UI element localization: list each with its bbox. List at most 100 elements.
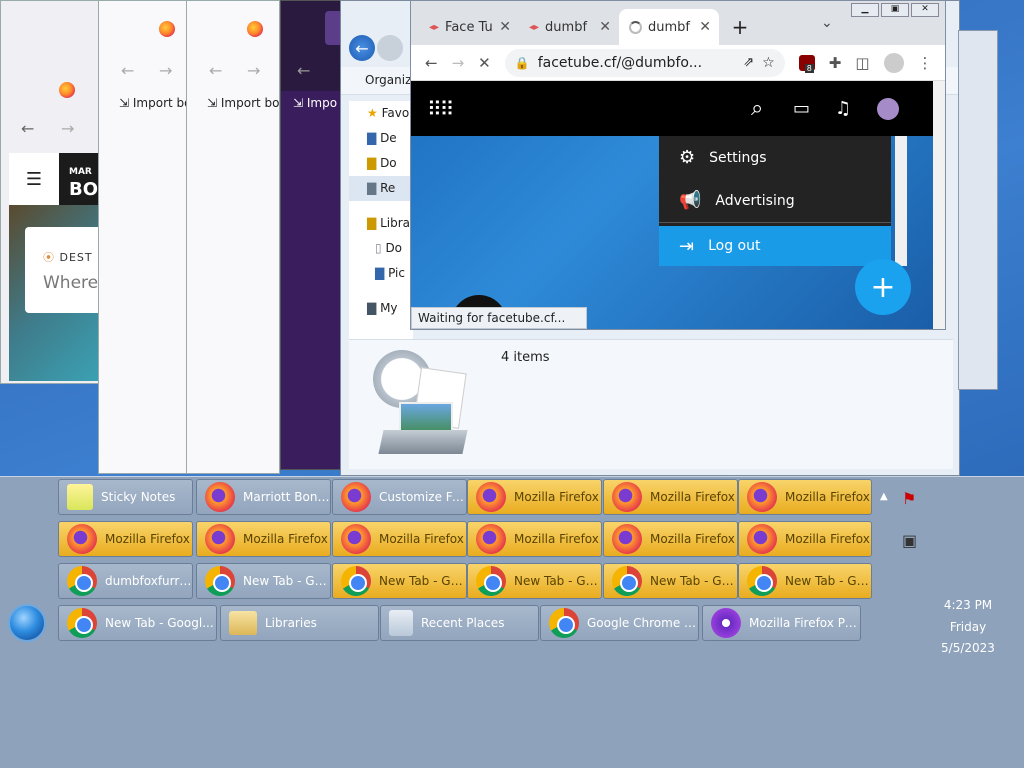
taskbar-button-firefox[interactable]: Mozilla Firefox bbox=[332, 521, 467, 557]
tab-dumbfox-active[interactable]: dumbf ✕ bbox=[619, 9, 719, 45]
taskbar-button-chrome-new-tab[interactable]: New Tab - Go... bbox=[603, 563, 738, 599]
taskbar-button-firefox[interactable]: Mozilla Firefox bbox=[603, 479, 738, 515]
side-panel-icon[interactable]: ◫ bbox=[855, 54, 869, 72]
start-button[interactable] bbox=[8, 604, 46, 642]
tab-label: Face Tu bbox=[445, 19, 493, 35]
firefox-window-2[interactable]: ← → ⇲ Import bo bbox=[98, 0, 192, 474]
firefox-icon bbox=[205, 482, 235, 512]
taskbar-button-marriott[interactable]: Marriott Bonv... bbox=[196, 479, 331, 515]
taskbar-button-libraries[interactable]: Libraries bbox=[220, 605, 379, 641]
taskbar-button-firefox[interactable]: Mozilla Firefox bbox=[603, 521, 738, 557]
back-arrow-icon[interactable]: ← bbox=[425, 54, 438, 72]
taskbar-button-customize-firefox[interactable]: Customize Fir... bbox=[332, 479, 467, 515]
taskbar-button-firefox[interactable]: Mozilla Firefox bbox=[738, 521, 872, 557]
close-window-button[interactable]: ✕ bbox=[911, 3, 939, 17]
user-avatar[interactable] bbox=[877, 97, 899, 120]
show-hidden-icons-arrow-icon[interactable]: ▲ bbox=[880, 491, 888, 502]
back-arrow-icon[interactable]: ← bbox=[209, 61, 222, 80]
tab-dumbfox[interactable]: ◂▸ dumbf ✕ bbox=[519, 9, 619, 45]
nav-desktop[interactable]: ▇ De bbox=[367, 126, 413, 151]
firefox-window-3[interactable]: ← → ⇲ Import bo bbox=[186, 0, 280, 474]
search-card[interactable]: ⦿ DEST Where bbox=[25, 227, 103, 313]
taskbar-button-firefox[interactable]: Mozilla Firefox bbox=[467, 479, 602, 515]
back-button[interactable]: ← bbox=[349, 35, 375, 61]
forward-arrow-icon[interactable]: → bbox=[247, 61, 260, 80]
create-post-button[interactable]: + bbox=[855, 259, 911, 315]
import-bookmarks-link[interactable]: ⇲ Import bo bbox=[207, 96, 279, 110]
menu-item-advertising[interactable]: 📢 Advertising bbox=[659, 179, 891, 222]
new-tab-button[interactable]: + bbox=[719, 9, 761, 45]
stop-loading-icon[interactable]: ✕ bbox=[478, 54, 491, 72]
close-tab-icon[interactable]: ✕ bbox=[699, 19, 711, 35]
nav-documents[interactable]: ▯ Do bbox=[367, 236, 413, 261]
messages-icon[interactable]: ▭ bbox=[793, 98, 810, 119]
apps-grid-icon[interactable]: ⠿⠿ bbox=[427, 97, 454, 121]
nav-recent-places[interactable]: ▇ Re bbox=[349, 176, 413, 201]
nav-downloads[interactable]: ▇ Do bbox=[367, 151, 413, 176]
chrome-tab-strip: ◂▸ Face Tu ✕ ◂▸ dumbf ✕ dumbf ✕ + ⌄ ▁ ▣ … bbox=[411, 1, 945, 45]
gear-icon: ⚙ bbox=[679, 147, 696, 168]
import-bookmarks-link[interactable]: ⇲ Import bo bbox=[119, 96, 191, 110]
taskbar-button-chrome-new-tab-google[interactable]: New Tab - Googl... bbox=[58, 605, 217, 641]
taskbar-button-chrome-new-tab[interactable]: New Tab - Go... bbox=[196, 563, 331, 599]
tab-facetube[interactable]: ◂▸ Face Tu ✕ bbox=[419, 9, 519, 45]
facetube-favicon-icon: ◂▸ bbox=[429, 21, 440, 33]
menu-scrollbar[interactable] bbox=[895, 136, 907, 266]
taskbar-button-chrome-new-tab[interactable]: New Tab - Go... bbox=[738, 563, 872, 599]
taskbar-button-firefox[interactable]: Mozilla Firefox bbox=[58, 521, 193, 557]
location-pin-icon: ⦿ bbox=[43, 251, 60, 264]
network-icon[interactable]: ▣ bbox=[902, 531, 917, 550]
page-scrollbar[interactable] bbox=[933, 81, 945, 329]
search-icon[interactable]: ⌕ bbox=[751, 96, 763, 121]
nav-pictures[interactable]: ▇ Pic bbox=[367, 261, 413, 286]
taskbar-button-chrome-pinned[interactable]: Google Chrome P... bbox=[540, 605, 699, 641]
maximize-button[interactable]: ▣ bbox=[881, 3, 909, 17]
menu-item-logout[interactable]: ⇥ Log out bbox=[659, 226, 891, 266]
profile-avatar-icon[interactable] bbox=[883, 52, 904, 73]
taskbar-button-chrome-dumbfox[interactable]: dumbfoxfurry... bbox=[58, 563, 193, 599]
chrome-icon bbox=[67, 566, 97, 596]
firefox-window-marriott[interactable]: ← → ☰ MAR BON ⦿ DEST Where bbox=[0, 0, 104, 384]
menu-item-settings[interactable]: ⚙ Settings bbox=[659, 136, 891, 179]
back-arrow-icon[interactable]: ← bbox=[121, 61, 134, 80]
share-icon[interactable]: ⇗ bbox=[743, 55, 754, 70]
taskbar-button-recent-places[interactable]: Recent Places bbox=[380, 605, 539, 641]
taskbar-button-firefox[interactable]: Mozilla Firefox bbox=[467, 521, 602, 557]
forward-arrow-icon[interactable]: → bbox=[61, 119, 74, 138]
forward-button[interactable] bbox=[377, 35, 403, 61]
forward-arrow-icon[interactable]: → bbox=[159, 61, 172, 80]
taskbar-button-firefox[interactable]: Mozilla Firefox bbox=[196, 521, 331, 557]
nav-libraries[interactable]: ▇ Libra bbox=[367, 211, 413, 236]
action-center-flag-icon[interactable]: ⚑ bbox=[902, 489, 916, 508]
taskbar-button-firefox-private[interactable]: Mozilla Firefox Pri... bbox=[702, 605, 861, 641]
ublock-origin-icon[interactable]: 8 bbox=[798, 54, 815, 73]
chrome-window[interactable]: ◂▸ Face Tu ✕ ◂▸ dumbf ✕ dumbf ✕ + ⌄ ▁ ▣ … bbox=[410, 0, 946, 330]
taskbar-button-firefox[interactable]: Mozilla Firefox bbox=[738, 479, 872, 515]
back-arrow-icon[interactable]: ← bbox=[297, 61, 310, 80]
import-bookmarks-link[interactable]: ⇲ Impo bbox=[293, 96, 337, 110]
taskbar-button-chrome-new-tab[interactable]: New Tab - Go... bbox=[332, 563, 467, 599]
address-bar[interactable]: 🔒 facetube.cf/@dumbfo... ⇗ ☆ bbox=[504, 48, 785, 77]
chrome-menu-icon[interactable]: ⋮ bbox=[918, 54, 933, 72]
hamburger-menu-icon[interactable]: ☰ bbox=[9, 153, 59, 205]
loading-spinner-icon bbox=[629, 20, 642, 34]
firefox-icon bbox=[612, 524, 642, 554]
back-arrow-icon[interactable]: ← bbox=[21, 119, 34, 138]
system-clock[interactable]: 4:23 PM Friday 5/5/2023 bbox=[920, 595, 1016, 660]
firefox-private-window[interactable]: ← ⇲ Impo bbox=[280, 0, 346, 470]
tab-search-chevron-down-icon[interactable]: ⌄ bbox=[821, 15, 833, 31]
notifications-bell-icon[interactable]: ♫ bbox=[835, 98, 851, 119]
close-tab-icon[interactable]: ✕ bbox=[499, 19, 511, 35]
nav-computer[interactable]: ▇ My bbox=[367, 296, 413, 321]
forward-arrow-icon[interactable]: → bbox=[452, 54, 465, 72]
destination-prompt[interactable]: Where bbox=[43, 273, 103, 293]
nav-favorites[interactable]: ★ Favo bbox=[367, 101, 413, 126]
taskbar-button-chrome-new-tab[interactable]: New Tab - Go... bbox=[467, 563, 602, 599]
minimize-button[interactable]: ▁ bbox=[851, 3, 879, 17]
extensions-puzzle-icon[interactable]: ✚ bbox=[829, 54, 842, 72]
logout-icon: ⇥ bbox=[679, 235, 695, 257]
bookmark-star-icon[interactable]: ☆ bbox=[762, 55, 775, 71]
destination-label: DEST bbox=[59, 251, 93, 264]
taskbar-button-sticky-notes[interactable]: Sticky Notes bbox=[58, 479, 193, 515]
close-tab-icon[interactable]: ✕ bbox=[599, 19, 611, 35]
